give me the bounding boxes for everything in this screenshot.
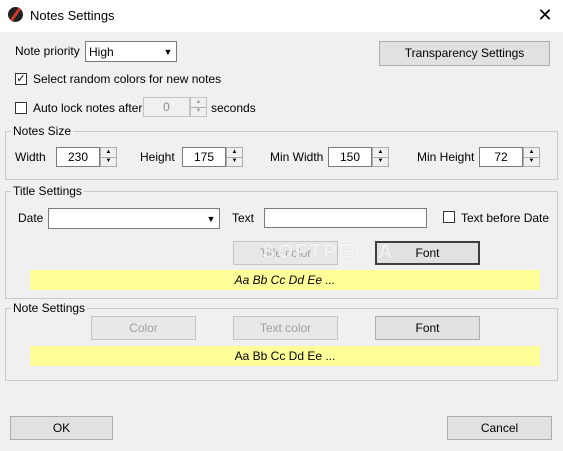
chevron-down-icon: ▼: [206, 213, 216, 224]
note-priority-select[interactable]: High ▼: [85, 41, 177, 62]
close-icon[interactable]: ✕: [530, 4, 560, 28]
width-label: Width: [15, 150, 46, 164]
title-preview: Aa Bb Cc Dd Ee ...: [30, 270, 540, 290]
chevron-down-icon: ▼: [163, 46, 173, 57]
note-font-button[interactable]: Font: [375, 316, 480, 340]
note-priority-label: Note priority: [15, 44, 80, 58]
auto-lock-input[interactable]: 0: [143, 97, 190, 117]
spin-down-icon[interactable]: ▼: [373, 157, 388, 166]
ok-button[interactable]: OK: [10, 416, 113, 440]
min-width-label: Min Width: [270, 150, 324, 164]
softpedia-watermark: SOFTPEDIA: [262, 241, 395, 263]
auto-lock-label: Auto lock notes after: [33, 101, 143, 115]
note-preview: Aa Bb Cc Dd Ee ...: [30, 346, 540, 366]
min-width-input[interactable]: 150: [328, 147, 372, 167]
text-before-date-checkbox[interactable]: [443, 211, 455, 223]
auto-lock-suffix: seconds: [211, 101, 256, 115]
height-spinner[interactable]: ▲ ▼: [226, 147, 243, 167]
title-text-input[interactable]: [264, 208, 427, 228]
min-height-label: Min Height: [417, 150, 475, 164]
random-colors-checkbox[interactable]: ✓: [15, 73, 27, 85]
text-color-button[interactable]: Text color: [233, 316, 338, 340]
app-icon: [8, 7, 23, 22]
spin-down-icon[interactable]: ▼: [227, 157, 242, 166]
transparency-settings-button[interactable]: Transparency Settings: [379, 41, 550, 66]
auto-lock-checkbox[interactable]: [15, 102, 27, 114]
text-before-date-label: Text before Date: [461, 211, 550, 225]
title-settings-title: Title Settings: [11, 184, 84, 198]
date-label: Date: [18, 211, 44, 225]
min-height-input[interactable]: 72: [479, 147, 523, 167]
color-button[interactable]: Color: [91, 316, 196, 340]
spin-down-icon[interactable]: ▼: [191, 107, 206, 116]
note-settings-title: Note Settings: [11, 301, 88, 315]
height-label: Height: [140, 150, 175, 164]
random-colors-label: Select random colors for new notes: [33, 72, 222, 86]
height-input[interactable]: 175: [182, 147, 226, 167]
note-priority-value: High: [89, 45, 114, 59]
min-width-spinner[interactable]: ▲ ▼: [372, 147, 389, 167]
min-height-spinner[interactable]: ▲ ▼: [523, 147, 540, 167]
spin-down-icon[interactable]: ▼: [101, 157, 116, 166]
notes-size-title: Notes Size: [11, 124, 74, 138]
text-label: Text: [232, 211, 255, 225]
cancel-button[interactable]: Cancel: [447, 416, 552, 440]
width-spinner[interactable]: ▲ ▼: [100, 147, 117, 167]
width-input[interactable]: 230: [56, 147, 100, 167]
auto-lock-spinner[interactable]: ▲ ▼: [190, 97, 207, 117]
date-select[interactable]: ▼: [48, 208, 220, 229]
spin-down-icon[interactable]: ▼: [524, 157, 539, 166]
window-title: Notes Settings: [30, 8, 115, 23]
